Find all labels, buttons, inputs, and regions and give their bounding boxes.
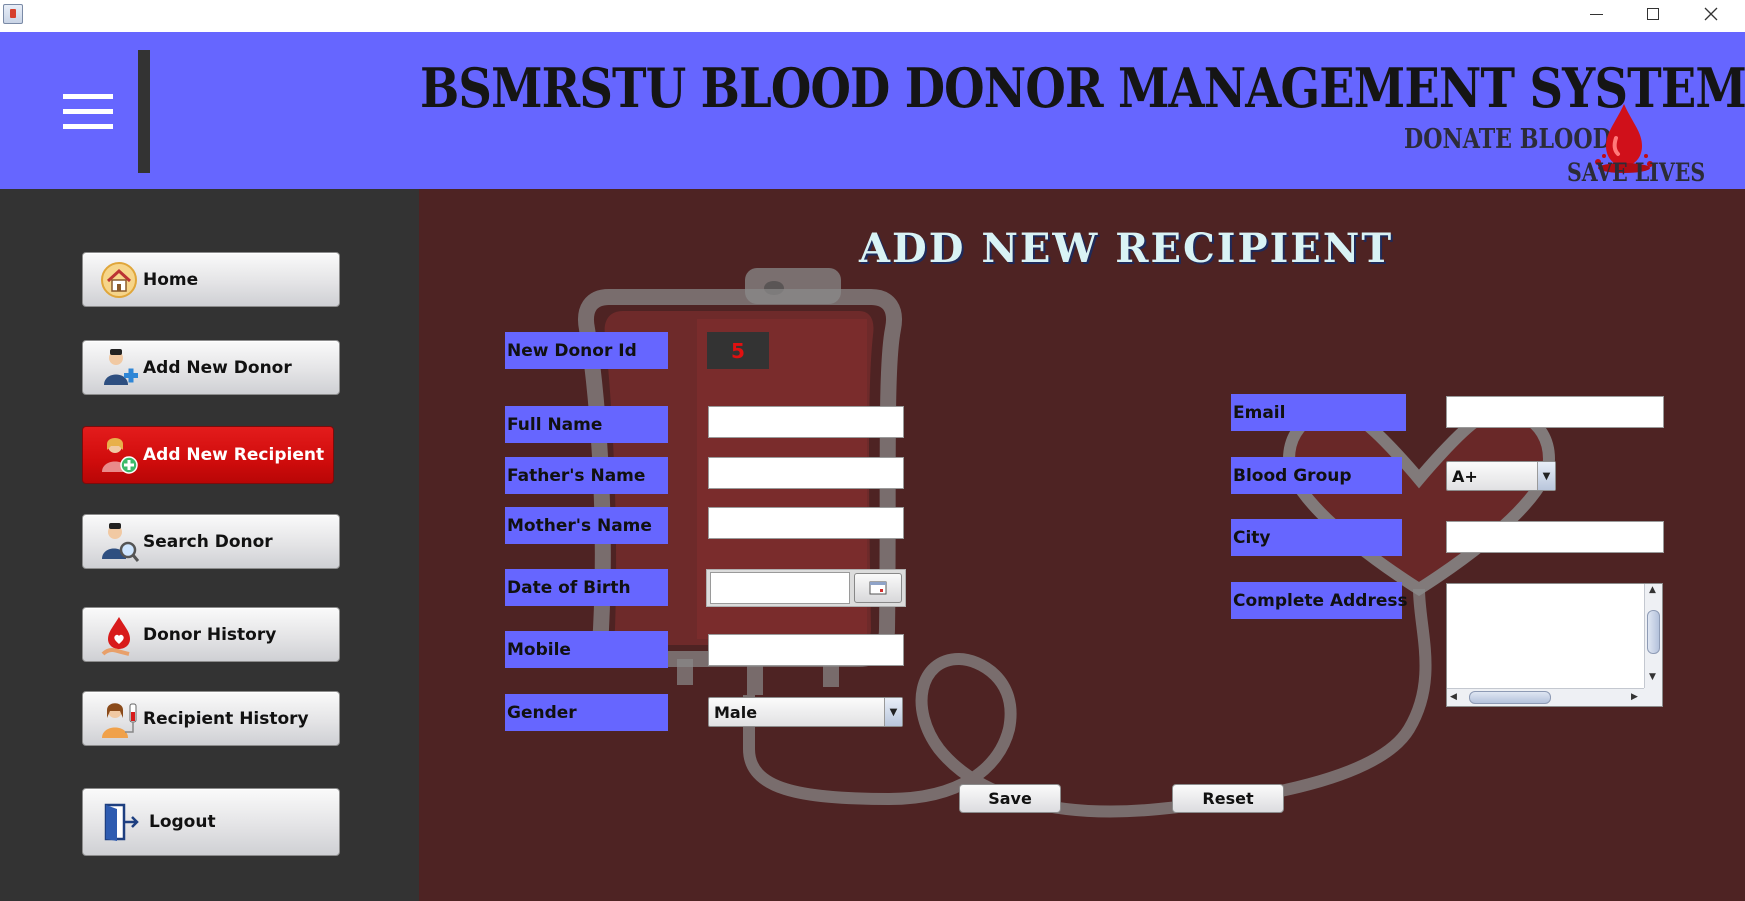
father-name-label: Father's Name	[505, 457, 668, 494]
mobile-field[interactable]	[708, 634, 904, 666]
form-title: ADD NEW RECIPIENT	[859, 225, 1394, 272]
city-label: City	[1231, 519, 1402, 556]
tagline-donate-blood: DONATE BLOOD	[1404, 124, 1612, 155]
recipient-history-icon	[102, 702, 137, 738]
full-name-field[interactable]	[708, 406, 904, 438]
header-divider	[138, 50, 150, 173]
minimize-button[interactable]	[1573, 0, 1619, 28]
scroll-down-icon: ▼	[1649, 672, 1656, 682]
sidebar-item-label: Search Donor	[143, 531, 273, 552]
close-icon	[1704, 7, 1718, 21]
mother-name-label: Mother's Name	[505, 507, 668, 544]
add-donor-icon	[104, 348, 138, 385]
window-title-bar	[0, 0, 1745, 32]
tagline-save-lives: SAVE LIVES	[1567, 158, 1706, 187]
scroll-corner	[1644, 688, 1662, 706]
scroll-left-icon: ◀	[1450, 692, 1457, 702]
sidebar-item-label: Logout	[149, 812, 216, 832]
mobile-label: Mobile	[505, 631, 668, 668]
date-of-birth-field[interactable]	[710, 572, 850, 604]
donor-id-value: 5	[707, 332, 769, 369]
city-field[interactable]	[1446, 521, 1664, 553]
complete-address-label: Complete Address	[1231, 582, 1408, 619]
sidebar-item-logout[interactable]: Logout	[82, 788, 340, 856]
chevron-down-icon: ▼	[1537, 462, 1555, 490]
blood-group-select-value: A+	[1452, 466, 1478, 486]
reset-button[interactable]: Reset	[1172, 784, 1284, 813]
email-label: Email	[1231, 394, 1406, 431]
gender-select-value: Male	[714, 702, 758, 722]
sidebar: Home Add New Donor Add New Recipient Sea…	[0, 189, 419, 901]
sidebar-item-home[interactable]: Home	[82, 252, 340, 307]
main-form-panel: ADD NEW RECIPIENT New Donor Id 5 Full Na…	[419, 189, 1745, 901]
sidebar-item-donor-history[interactable]: Donor History	[82, 607, 340, 662]
sidebar-item-add-new-recipient[interactable]: Add New Recipient	[82, 426, 334, 484]
app-title: BSMRSTU BLOOD DONOR MANAGEMENT SYSTEM	[420, 56, 1745, 120]
app-header: BSMRSTU BLOOD DONOR MANAGEMENT SYSTEM DO…	[0, 32, 1745, 189]
full-name-label: Full Name	[505, 406, 668, 443]
sidebar-item-label: Recipient History	[143, 708, 309, 729]
home-icon	[101, 261, 137, 298]
sidebar-item-label: Add New Recipient	[143, 445, 325, 465]
save-button[interactable]: Save	[959, 784, 1061, 813]
java-app-icon	[3, 4, 23, 24]
minimize-icon	[1589, 13, 1603, 15]
gender-select[interactable]: Male ▼	[708, 697, 903, 727]
scroll-up-icon: ▲	[1649, 585, 1656, 595]
donor-id-label: New Donor Id	[505, 332, 668, 369]
sidebar-item-label: Home	[143, 269, 199, 290]
horizontal-scroll-thumb[interactable]	[1469, 691, 1551, 704]
vertical-scroll-thumb[interactable]	[1647, 610, 1660, 654]
horizontal-scrollbar[interactable]: ◀ ▶	[1447, 688, 1644, 706]
scroll-right-icon: ▶	[1631, 692, 1638, 702]
sidebar-item-label: Donor History	[143, 624, 277, 645]
blood-group-select[interactable]: A+ ▼	[1446, 461, 1556, 491]
donor-history-icon	[101, 616, 130, 656]
add-recipient-icon	[102, 438, 138, 474]
father-name-field[interactable]	[708, 457, 904, 489]
maximize-button[interactable]	[1630, 0, 1676, 28]
maximize-icon	[1647, 8, 1659, 20]
hamburger-icon[interactable]	[63, 94, 115, 134]
sidebar-item-recipient-history[interactable]: Recipient History	[82, 691, 340, 746]
mother-name-field[interactable]	[708, 507, 904, 539]
sidebar-item-search-donor[interactable]: Search Donor	[82, 514, 340, 569]
blood-group-label: Blood Group	[1231, 457, 1402, 494]
chevron-down-icon: ▼	[884, 698, 902, 726]
close-button[interactable]	[1688, 0, 1734, 28]
complete-address-field[interactable]	[1447, 584, 1644, 688]
vertical-scrollbar[interactable]: ▲ ▼	[1644, 584, 1662, 688]
calendar-icon	[869, 581, 887, 595]
gender-label: Gender	[505, 694, 668, 731]
email-field[interactable]	[1446, 396, 1664, 428]
date-of-birth-picker	[706, 569, 906, 607]
search-donor-icon	[102, 522, 139, 562]
complete-address-box: ▲ ▼ ◀ ▶	[1446, 583, 1663, 707]
sidebar-item-label: Add New Donor	[143, 357, 292, 378]
logout-icon	[104, 803, 139, 841]
sidebar-item-add-new-donor[interactable]: Add New Donor	[82, 340, 340, 395]
date-of-birth-label: Date of Birth	[505, 569, 668, 606]
calendar-button[interactable]	[854, 573, 902, 603]
